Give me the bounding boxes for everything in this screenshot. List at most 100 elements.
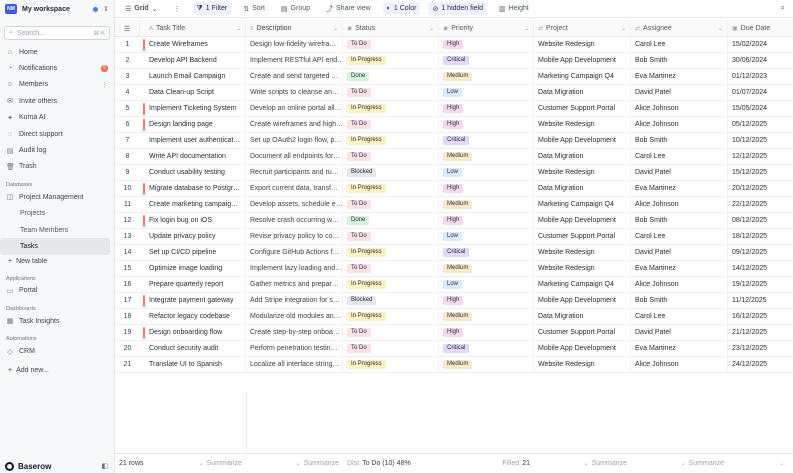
cell-project[interactable]: Customer Support Portal <box>534 325 631 340</box>
sidebar-item-invite-others[interactable]: ✉ Invite others <box>0 93 114 109</box>
share-view-button[interactable]: ⤴ Share view <box>322 2 375 15</box>
cell-status[interactable]: In Progress <box>343 53 439 68</box>
cell-assignee[interactable]: David Patel <box>631 245 728 260</box>
row-number[interactable]: 20 <box>115 341 140 356</box>
footer-assignee[interactable]: ⌄ Summarize <box>631 454 728 473</box>
chevron-down-icon[interactable]: ⌄ <box>524 25 529 32</box>
cell-due-date[interactable]: 10/12/2025 <box>728 133 788 148</box>
new-table-button[interactable]: + New table <box>0 255 114 269</box>
column-header-title[interactable]: A Task Title ⌄ <box>140 21 246 36</box>
cell-priority[interactable]: High <box>439 181 534 196</box>
cell-task-title[interactable]: Write API documentation <box>140 149 246 164</box>
cell-assignee[interactable]: Eva Martinez <box>631 341 728 356</box>
cell-due-date[interactable]: 16/12/2025 <box>728 309 788 324</box>
cell-status[interactable]: Blocked <box>343 293 439 308</box>
cell-assignee[interactable]: Alice Johnson <box>631 197 728 212</box>
row-number[interactable]: 9 <box>115 165 140 180</box>
cell-priority[interactable]: High <box>439 117 534 132</box>
row-number[interactable]: 1 <box>115 37 140 52</box>
cell-task-title[interactable]: Develop API Backend <box>140 53 246 68</box>
cell-due-date[interactable]: 01/07/2024 <box>728 85 788 100</box>
cell-project[interactable]: Mobile App Development <box>534 133 631 148</box>
cell-status[interactable]: In Progress <box>343 101 439 116</box>
cell-due-date[interactable]: 14/12/2025 <box>728 261 788 276</box>
cell-due-date[interactable]: 05/12/2025 <box>728 117 788 132</box>
cell-description[interactable]: Implement RESTful API end… <box>246 53 343 68</box>
cell-description[interactable]: Perform penetration testin… <box>246 341 343 356</box>
cell-project[interactable]: Website Redesign <box>534 245 631 260</box>
cell-status[interactable]: In Progress <box>343 133 439 148</box>
table-row[interactable]: 1 Create Wireframes Design low-fidelity wi… <box>115 37 793 53</box>
cell-priority[interactable]: Medium <box>439 261 534 276</box>
collapse-sidebar-icon[interactable]: ◧ <box>101 462 108 470</box>
cell-priority[interactable]: High <box>439 325 534 340</box>
cell-task-title[interactable]: Design onboarding flow <box>140 325 246 340</box>
cell-task-title[interactable]: Integrate payment gateway <box>140 293 246 308</box>
summarize-title[interactable]: Summarize <box>207 460 242 467</box>
cell-description[interactable]: Configure GitHub Actions f… <box>246 245 343 260</box>
cell-status[interactable]: To Do <box>343 37 439 52</box>
table-row[interactable]: 15 Optimize image loading Implement lazy l… <box>115 261 793 277</box>
table-row[interactable]: 19 Design onboarding flow Create step-by-s… <box>115 325 793 341</box>
filter-button[interactable]: ⧩ 1 Filter <box>192 2 232 15</box>
cell-project[interactable]: Data Migration <box>534 181 631 196</box>
row-height-button[interactable]: ▥ Height <box>495 2 533 15</box>
cell-priority[interactable]: High <box>439 101 534 116</box>
cell-description[interactable]: Implement lazy loading and… <box>246 261 343 276</box>
cell-assignee[interactable]: David Patel <box>631 325 728 340</box>
cell-assignee[interactable]: Carol Lee <box>631 309 728 324</box>
row-number[interactable]: 13 <box>115 229 140 244</box>
sidebar-item-audit-log[interactable]: ▤ Audit log <box>0 142 114 158</box>
column-header-due-date[interactable]: ▣ Due Date <box>728 21 788 36</box>
cell-task-title[interactable]: Translate UI to Spanish <box>140 357 246 372</box>
cell-status[interactable]: To Do <box>343 117 439 132</box>
cell-assignee[interactable]: Bob Smith <box>631 133 728 148</box>
cell-due-date[interactable]: 23/12/2025 <box>728 341 788 356</box>
cell-task-title[interactable]: Refactor legacy codebase <box>140 309 246 324</box>
cell-description[interactable]: Develop an online portal all… <box>246 101 343 116</box>
cell-assignee[interactable]: Eva Martinez <box>631 69 728 84</box>
cell-description[interactable]: Gather metrics and prepar… <box>246 277 343 292</box>
cell-description[interactable]: Modularize old modules an… <box>246 309 343 324</box>
cell-project[interactable]: Marketing Campaign Q4 <box>534 69 631 84</box>
row-number[interactable]: 2 <box>115 53 140 68</box>
cell-task-title[interactable]: Conduct usability testing <box>140 165 246 180</box>
cell-due-date[interactable]: 18/12/2025 <box>728 229 788 244</box>
sidebar-item-projects[interactable]: Projects <box>0 206 110 222</box>
cell-priority[interactable]: Critical <box>439 245 534 260</box>
more-vertical-icon[interactable]: ⋮ <box>101 81 108 89</box>
cell-task-title[interactable]: Update privacy policy <box>140 229 246 244</box>
column-header-priority[interactable]: ◉ Priority ⌄ <box>439 21 534 36</box>
row-number[interactable]: 10 <box>115 181 140 196</box>
cell-priority[interactable]: Critical <box>439 53 534 68</box>
row-number[interactable]: 19 <box>115 325 140 340</box>
cell-priority[interactable]: Low <box>439 229 534 244</box>
cell-due-date[interactable]: 24/12/2025 <box>728 357 788 372</box>
cell-due-date[interactable]: 30/06/2024 <box>728 53 788 68</box>
table-row[interactable]: 12 Fix login bug on iOS Resolve crash occu… <box>115 213 793 229</box>
row-number[interactable]: 7 <box>115 133 140 148</box>
cell-project[interactable]: Marketing Campaign Q4 <box>534 277 631 292</box>
cell-assignee[interactable]: Bob Smith <box>631 213 728 228</box>
row-number[interactable]: 15 <box>115 261 140 276</box>
cell-project[interactable]: Mobile App Development <box>534 293 631 308</box>
sort-button[interactable]: ⇅ Sort <box>239 2 269 15</box>
cell-priority[interactable]: High <box>439 37 534 52</box>
cell-status[interactable]: In Progress <box>343 357 439 372</box>
cell-assignee[interactable]: David Patel <box>631 85 728 100</box>
cell-due-date[interactable]: 12/12/2025 <box>728 149 788 164</box>
cell-project[interactable]: Website Redesign <box>534 357 631 372</box>
cell-project[interactable]: Marketing Campaign Q4 <box>534 197 631 212</box>
sidebar-item-members[interactable]: ☺ Members ⋮ <box>0 77 114 93</box>
cell-description[interactable]: Export current data, transf… <box>246 181 343 196</box>
cell-due-date[interactable]: 15/05/2024 <box>728 101 788 116</box>
row-number[interactable]: 12 <box>115 213 140 228</box>
cell-due-date[interactable]: 01/12/2023 <box>728 69 788 84</box>
cell-task-title[interactable]: Launch Email Campaign <box>140 69 246 84</box>
cell-due-date[interactable]: 09/12/2025 <box>728 245 788 260</box>
table-row[interactable]: 7 Implement user authenticat… Set up OAuth… <box>115 133 793 149</box>
cell-project[interactable]: Website Redesign <box>534 261 631 276</box>
table-row[interactable]: 8 Write API documentation Document all end… <box>115 149 793 165</box>
chevron-down-icon[interactable]: ⌄ <box>621 25 626 32</box>
cell-priority[interactable]: Medium <box>439 149 534 164</box>
